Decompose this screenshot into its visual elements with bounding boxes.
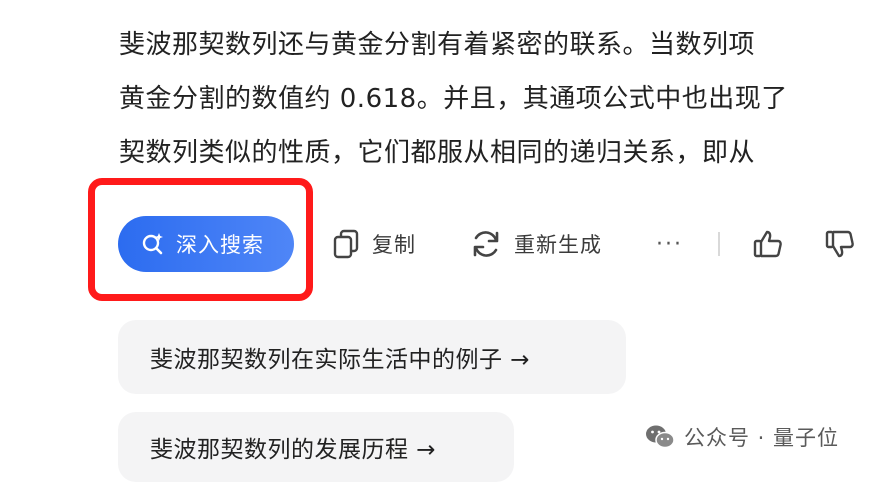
copy-label: 复制 [372, 233, 416, 257]
suggestion-chip[interactable]: 斐波那契数列在实际生活中的例子 → [118, 320, 626, 394]
regenerate-button[interactable]: 重新生成 [470, 224, 602, 264]
more-icon: ··· [656, 231, 683, 257]
answer-text: 斐波那契数列还与黄金分割有着紧密的联系。当数列项 黄金分割的数值约 0.618。… [119, 18, 886, 168]
wechat-icon [644, 423, 676, 451]
watermark: 公众号 · 量子位 [644, 422, 839, 452]
highlight-annotation-box [88, 178, 313, 301]
copy-icon [332, 228, 360, 260]
like-button[interactable] [752, 224, 784, 264]
refresh-icon [470, 228, 502, 260]
more-options-button[interactable]: ··· [656, 224, 683, 264]
answer-line: 契数列类似的性质，它们都服从相同的递归关系，即从 [119, 138, 756, 168]
answer-line: 黄金分割的数值约 0.618。并且，其通项公式中也出现了 [119, 84, 788, 114]
thumbs-down-icon [824, 228, 856, 260]
regenerate-label: 重新生成 [514, 233, 602, 257]
watermark-text: 公众号 · 量子位 [684, 426, 840, 450]
suggestion-label: 斐波那契数列的发展历程 → [150, 437, 437, 463]
answer-line: 斐波那契数列还与黄金分割有着紧密的联系。当数列项 [119, 30, 756, 60]
toolbar-divider [718, 232, 720, 256]
suggestion-label: 斐波那契数列在实际生活中的例子 → [150, 347, 531, 373]
thumbs-up-icon [752, 228, 784, 260]
copy-button[interactable]: 复制 [332, 224, 416, 264]
dislike-button[interactable] [824, 224, 856, 264]
